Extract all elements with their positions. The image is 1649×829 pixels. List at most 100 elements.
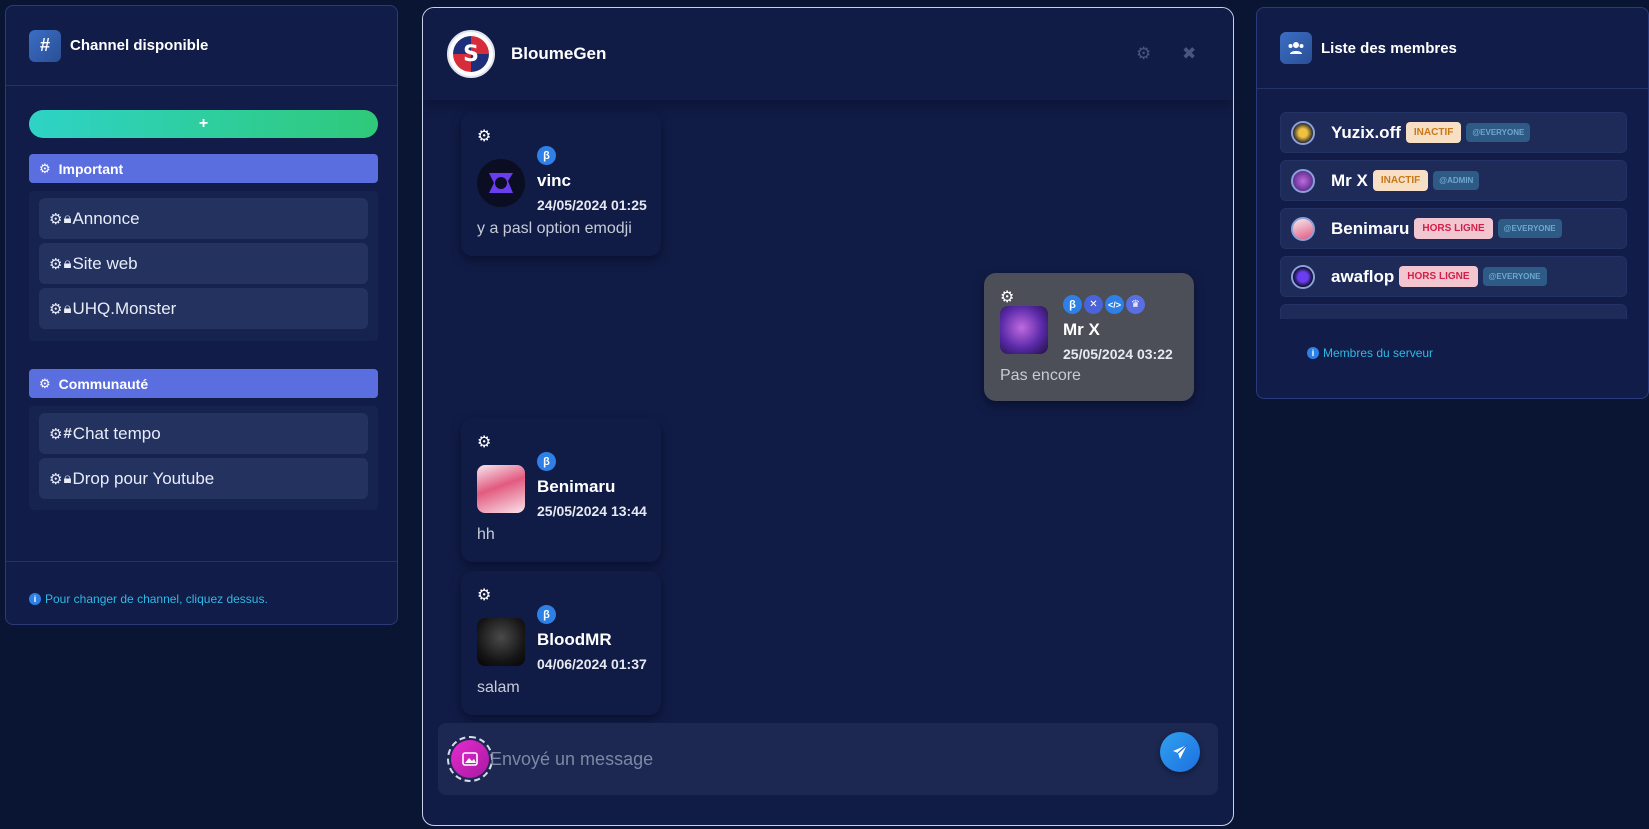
role-badge: @EVERYONE bbox=[1466, 123, 1531, 142]
member-panel-title: Liste des membres bbox=[1321, 39, 1457, 57]
server-logo-letter: S bbox=[463, 41, 479, 67]
beta-badge-icon: β bbox=[537, 452, 556, 471]
member-item[interactable]: Yuzix.off INACTIF @EVERYONE bbox=[1280, 112, 1627, 153]
member-name: Benimaru bbox=[1331, 218, 1410, 238]
message-text: y a pasl option emodji bbox=[477, 220, 632, 237]
lock-icon: 🔒︎ bbox=[63, 210, 72, 227]
message-text: salam bbox=[477, 679, 520, 696]
lock-icon: 🔒︎ bbox=[63, 300, 72, 317]
role-badge: @ADMIN bbox=[1433, 171, 1480, 190]
member-item[interactable]: Benimaru HORS LIGNE @EVERYONE bbox=[1280, 208, 1627, 249]
channel-help-text: Pour changer de channel, cliquez dessus. bbox=[45, 592, 268, 606]
badge-list: β ✕ </> ♛ bbox=[1063, 295, 1145, 314]
beta-badge-icon: β bbox=[537, 605, 556, 624]
beta-badge-icon: β bbox=[1063, 295, 1082, 314]
message-timestamp: 25/05/2024 13:44 bbox=[537, 503, 647, 519]
member-name: Mr X bbox=[1331, 170, 1368, 190]
gear-icon[interactable]: ⚙ bbox=[49, 210, 62, 228]
chat-panel: S BloumeGen ⚙ ✖ ⚙ β vinc 24/05/2024 01:2… bbox=[422, 7, 1234, 826]
channel-label: Annonce bbox=[72, 208, 140, 228]
crown-badge-icon: ♛ bbox=[1126, 295, 1145, 314]
member-item[interactable]: awaflop HORS LIGNE @EVERYONE bbox=[1280, 256, 1627, 297]
category-communaute-channels: ⚙ # Chat tempo ⚙ 🔒︎ Drop pour Youtube bbox=[29, 406, 378, 510]
member-panel: Liste des membres Yuzix.off INACTIF @EVE… bbox=[1256, 7, 1649, 399]
gear-icon[interactable]: ⚙ bbox=[49, 470, 62, 488]
member-name: Yuzix.off bbox=[1331, 122, 1401, 142]
badge-list: β bbox=[537, 146, 556, 165]
message-username[interactable]: Mr X bbox=[1063, 320, 1100, 340]
lock-icon: 🔒︎ bbox=[63, 255, 72, 272]
message-username[interactable]: vinc bbox=[537, 171, 571, 191]
category-important[interactable]: ⚙ Important bbox=[29, 154, 378, 183]
users-icon bbox=[1280, 32, 1312, 64]
hash-icon: # bbox=[63, 425, 72, 442]
message-item: ⚙ β Benimaru 25/05/2024 13:44 hh bbox=[461, 418, 661, 562]
message-timestamp: 04/06/2024 01:37 bbox=[537, 656, 647, 672]
channel-panel-title: Channel disponible bbox=[70, 37, 209, 54]
category-communaute[interactable]: ⚙ Communauté bbox=[29, 369, 378, 398]
status-badge: INACTIF bbox=[1405, 122, 1462, 143]
channel-label: Drop pour Youtube bbox=[72, 468, 215, 488]
status-badge: HORS LIGNE bbox=[1399, 266, 1478, 287]
gear-icon[interactable]: ⚙ bbox=[49, 255, 62, 273]
channel-label: Chat tempo bbox=[72, 423, 161, 443]
upload-image-button[interactable] bbox=[447, 736, 493, 782]
message-text: Pas encore bbox=[1000, 367, 1081, 384]
category-important-channels: ⚙ 🔒︎ Annonce ⚙ 🔒︎ Site web ⚙ 🔒︎ UHQ.Monster bbox=[29, 191, 378, 341]
send-icon bbox=[1173, 744, 1188, 759]
message-timestamp: 24/05/2024 01:25 bbox=[537, 197, 647, 213]
channel-item-uhq-monster[interactable]: ⚙ 🔒︎ UHQ.Monster bbox=[39, 288, 368, 329]
channel-item-site-web[interactable]: ⚙ 🔒︎ Site web bbox=[39, 243, 368, 284]
role-badge: @EVERYONE bbox=[1482, 267, 1547, 286]
gear-icon[interactable]: ⚙ bbox=[477, 432, 491, 452]
gear-icon: ⚙ bbox=[39, 160, 51, 176]
badge-list: β bbox=[537, 605, 556, 624]
tools-icon[interactable]: ✖ bbox=[1182, 44, 1196, 64]
avatar[interactable] bbox=[477, 618, 525, 666]
status-badge: INACTIF bbox=[1372, 170, 1429, 191]
gear-icon[interactable]: ⚙ bbox=[49, 425, 62, 443]
avatar bbox=[1291, 168, 1315, 193]
gear-icon[interactable]: ⚙ bbox=[1136, 44, 1151, 64]
message-username[interactable]: Benimaru bbox=[537, 477, 615, 497]
gear-icon[interactable]: ⚙ bbox=[1000, 287, 1014, 307]
message-timestamp: 25/05/2024 03:22 bbox=[1063, 346, 1173, 362]
member-name: awaflop bbox=[1331, 266, 1395, 286]
code-badge-icon: </> bbox=[1105, 295, 1124, 314]
gear-icon[interactable]: ⚙ bbox=[477, 585, 491, 605]
send-button[interactable] bbox=[1160, 732, 1200, 772]
channel-item-annonce[interactable]: ⚙ 🔒︎ Annonce bbox=[39, 198, 368, 239]
lock-icon: 🔒︎ bbox=[63, 470, 72, 487]
hash-icon: # bbox=[29, 29, 61, 62]
message-item: ⚙ β vinc 24/05/2024 01:25 y a pasl optio… bbox=[461, 112, 661, 256]
tools-badge-icon: ✕ bbox=[1084, 295, 1103, 314]
message-text: hh bbox=[477, 526, 495, 543]
message-item: ⚙ β BloodMR 04/06/2024 01:37 salam bbox=[461, 571, 661, 715]
gear-icon[interactable]: ⚙ bbox=[49, 300, 62, 318]
server-name: BloumeGen bbox=[511, 44, 607, 63]
channel-label: UHQ.Monster bbox=[72, 298, 177, 318]
member-list[interactable]: Yuzix.off INACTIF @EVERYONE Mr X INACTIF… bbox=[1280, 112, 1627, 319]
avatar[interactable] bbox=[477, 159, 525, 207]
message-username[interactable]: BloodMR bbox=[537, 630, 612, 650]
channel-item-chat-tempo[interactable]: ⚙ # Chat tempo bbox=[39, 413, 368, 454]
message-input[interactable] bbox=[490, 741, 1150, 777]
channel-item-drop-pour-youtube[interactable]: ⚙ 🔒︎ Drop pour Youtube bbox=[39, 458, 368, 499]
channel-label: Site web bbox=[72, 253, 138, 273]
add-channel-button[interactable]: + bbox=[29, 110, 378, 138]
image-icon bbox=[451, 740, 489, 778]
avatar bbox=[1291, 216, 1315, 241]
member-item[interactable]: Mr X INACTIF @ADMIN bbox=[1280, 160, 1627, 201]
member-help-note: i Membres du serveur bbox=[1307, 346, 1433, 360]
member-help-text: Membres du serveur bbox=[1323, 346, 1434, 360]
divider bbox=[6, 561, 397, 562]
channel-panel-header: # Channel disponible bbox=[6, 6, 397, 86]
member-item[interactable] bbox=[1280, 304, 1627, 319]
message-item-self: ⚙ β ✕ </> ♛ Mr X 25/05/2024 03:22 Pas en… bbox=[984, 273, 1194, 401]
avatar[interactable] bbox=[1000, 306, 1048, 354]
gear-icon: ⚙ bbox=[39, 375, 51, 391]
message-composer bbox=[438, 723, 1218, 795]
avatar[interactable] bbox=[477, 465, 525, 513]
category-label: Communauté bbox=[58, 375, 149, 392]
gear-icon[interactable]: ⚙ bbox=[477, 126, 491, 146]
